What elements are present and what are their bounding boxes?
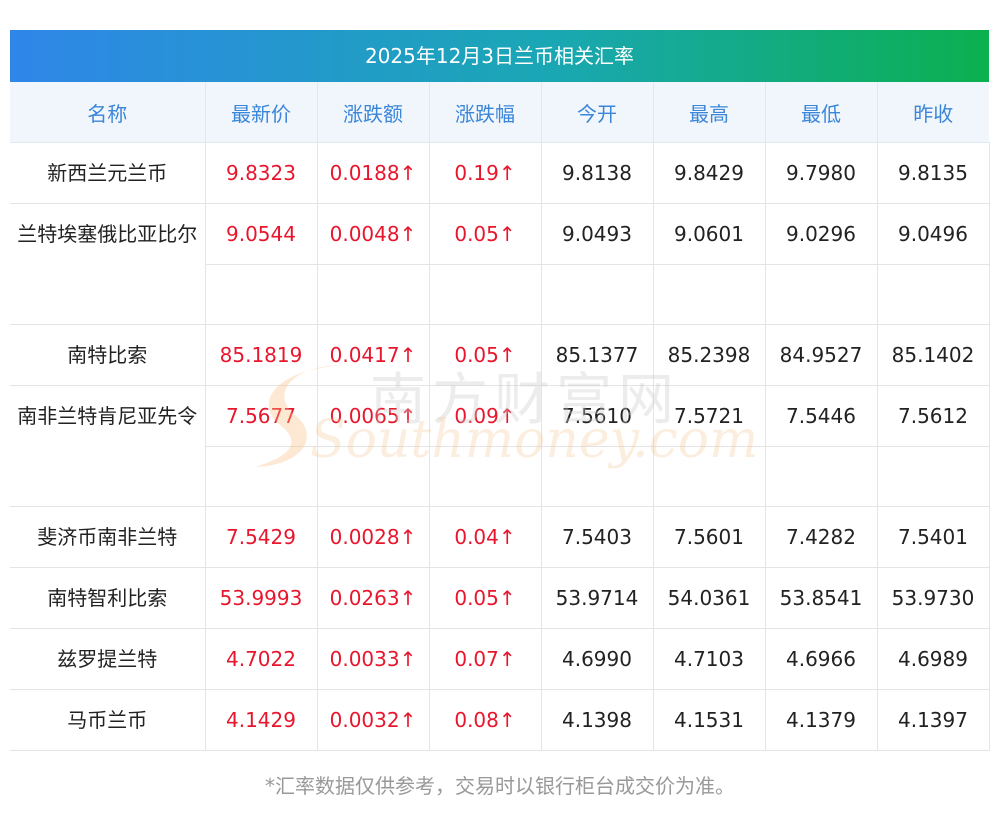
- table-row: 马币兰币 4.1429 0.0032↑ 0.08↑ 4.1398 4.1531 …: [10, 689, 990, 751]
- table-row: 南特比索 85.1819 0.0417↑ 0.05↑ 85.1377 85.23…: [10, 324, 990, 386]
- change-percent: 0.08↑: [429, 689, 542, 751]
- table-row: 兹罗提兰特 4.7022 0.0033↑ 0.07↑ 4.6990 4.7103…: [10, 628, 990, 690]
- currency-name: 兰特埃塞俄比亚比尔: [10, 203, 206, 325]
- latest-price: 4.7022: [205, 628, 318, 690]
- open-price: 4.6990: [541, 628, 654, 690]
- change-amount: 0.0417↑: [317, 324, 430, 386]
- prev-close: 7.5612: [877, 386, 989, 447]
- low-price: 84.9527: [765, 324, 878, 386]
- change-percent: 0.05↑: [429, 567, 542, 629]
- change-amount: 0.0048↑: [317, 204, 429, 265]
- high-price: 7.5601: [653, 506, 766, 568]
- currency-name: 南特智利比索: [10, 567, 206, 629]
- table-row: 新西兰元兰币 9.8323 0.0188↑ 0.19↑ 9.8138 9.842…: [10, 142, 990, 204]
- header-row: 名称 最新价 涨跌额 涨跌幅 今开 最高 最低 昨收: [10, 82, 989, 143]
- high-price: 9.0601: [653, 204, 765, 265]
- header-prev-close: 昨收: [877, 82, 989, 143]
- prev-close: 7.5401: [877, 506, 990, 568]
- prev-close: 4.6989: [877, 628, 990, 690]
- prev-close: 53.9730: [877, 567, 990, 629]
- high-price: 4.7103: [653, 628, 766, 690]
- change-amount: 0.0188↑: [317, 142, 430, 204]
- currency-name: 马币兰币: [10, 689, 206, 751]
- low-price: 9.7980: [765, 142, 878, 204]
- change-amount: 0.0032↑: [317, 689, 430, 751]
- high-price: 9.8429: [653, 142, 766, 204]
- latest-price: 7.5677: [205, 386, 317, 447]
- low-price: 53.8541: [765, 567, 878, 629]
- change-percent: 0.05↑: [429, 324, 542, 386]
- header-high: 最高: [653, 82, 766, 143]
- header-change-pct: 涨跌幅: [429, 82, 542, 143]
- currency-name: 南非兰特肯尼亚先令: [10, 385, 206, 507]
- prev-close: 85.1402: [877, 324, 990, 386]
- header-open: 今开: [541, 82, 654, 143]
- table-row: 斐济币南非兰特 7.5429 0.0028↑ 0.04↑ 7.5403 7.56…: [10, 506, 990, 568]
- table-title: 2025年12月3日兰币相关汇率: [10, 30, 989, 82]
- low-price: 4.1379: [765, 689, 878, 751]
- currency-name: 兹罗提兰特: [10, 628, 206, 690]
- open-price: 4.1398: [541, 689, 654, 751]
- currency-name: 新西兰元兰币: [10, 142, 206, 204]
- low-price: 4.6966: [765, 628, 878, 690]
- low-price: 7.5446: [765, 386, 877, 447]
- disclaimer-footnote: *汇率数据仅供参考，交易时以银行柜台成交价为准。: [265, 774, 735, 798]
- latest-price: 9.0544: [205, 204, 317, 265]
- latest-price: 85.1819: [205, 324, 318, 386]
- latest-price: 9.8323: [205, 142, 318, 204]
- change-amount: 0.0033↑: [317, 628, 430, 690]
- change-percent: 0.07↑: [429, 628, 542, 690]
- open-price: 9.8138: [541, 142, 654, 204]
- open-price: 7.5403: [541, 506, 654, 568]
- rates-panel: 2025年12月3日兰币相关汇率 名称 最新价 涨跌额 涨跌幅 今开 最高 最低…: [10, 30, 990, 751]
- currency-name: 斐济币南非兰特: [10, 506, 206, 568]
- change-percent: 0.05↑: [429, 204, 541, 265]
- header-low: 最低: [765, 82, 878, 143]
- exchange-rate-table: 名称 最新价 涨跌额 涨跌幅 今开 最高 最低 昨收 新西兰元兰币 9.8323…: [10, 82, 990, 751]
- currency-name: 南特比索: [10, 324, 206, 386]
- table-row: 兰特埃塞俄比亚比尔 9.0544 0.0048↑ 0.05↑ 9.0493 9.…: [10, 203, 990, 325]
- change-amount: 0.0263↑: [317, 567, 430, 629]
- high-price: 4.1531: [653, 689, 766, 751]
- change-percent: 0.09↑: [429, 386, 541, 447]
- change-percent: 0.19↑: [429, 142, 542, 204]
- header-change: 涨跌额: [317, 82, 430, 143]
- table-row: 南非兰特肯尼亚先令 7.5677 0.0065↑ 0.09↑ 7.5610 7.…: [10, 385, 990, 507]
- low-price: 9.0296: [765, 204, 877, 265]
- change-amount: 0.0065↑: [317, 386, 429, 447]
- open-price: 85.1377: [541, 324, 654, 386]
- change-percent: 0.04↑: [429, 506, 542, 568]
- high-price: 85.2398: [653, 324, 766, 386]
- latest-price: 53.9993: [205, 567, 318, 629]
- prev-close: 9.8135: [877, 142, 990, 204]
- prev-close: 9.0496: [877, 204, 989, 265]
- header-latest: 最新价: [205, 82, 318, 143]
- high-price: 7.5721: [653, 386, 765, 447]
- latest-price: 7.5429: [205, 506, 318, 568]
- open-price: 9.0493: [541, 204, 653, 265]
- high-price: 54.0361: [653, 567, 766, 629]
- header-name: 名称: [10, 82, 206, 143]
- latest-price: 4.1429: [205, 689, 318, 751]
- table-row: 南特智利比索 53.9993 0.0263↑ 0.05↑ 53.9714 54.…: [10, 567, 990, 629]
- change-amount: 0.0028↑: [317, 506, 430, 568]
- low-price: 7.4282: [765, 506, 878, 568]
- open-price: 53.9714: [541, 567, 654, 629]
- prev-close: 4.1397: [877, 689, 990, 751]
- open-price: 7.5610: [541, 386, 653, 447]
